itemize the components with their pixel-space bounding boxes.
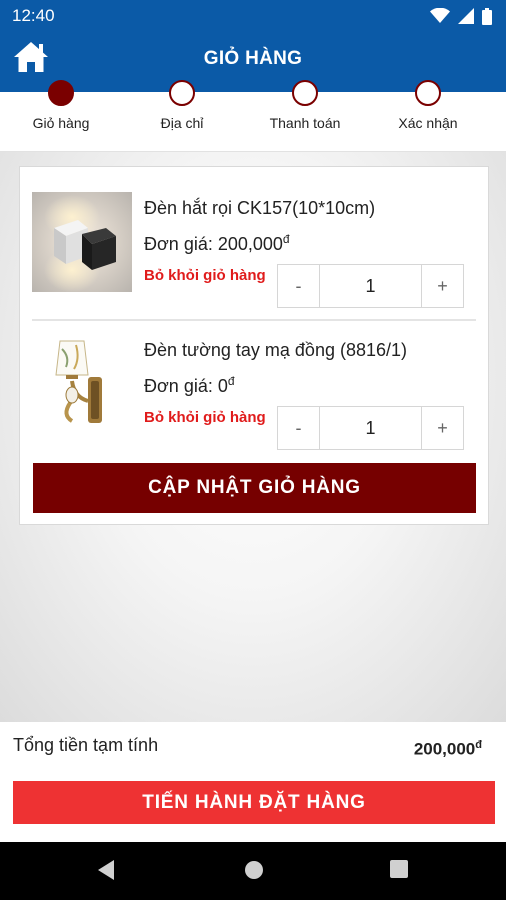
quantity-input[interactable] <box>320 265 421 307</box>
system-icons <box>430 7 492 25</box>
currency-symbol: đ <box>475 739 482 751</box>
cart-card: Đèn hắt rọi CK157(10*10cm) Đơn giá: 200,… <box>19 166 489 525</box>
cart-item: Đèn hắt rọi CK157(10*10cm) Đơn giá: 200,… <box>20 167 488 308</box>
step-label: Xác nhận <box>398 115 458 131</box>
subtotal-value: 200,000đ <box>414 739 482 760</box>
step-dot <box>292 80 318 106</box>
system-nav-bar <box>0 842 506 900</box>
product-image <box>32 333 132 433</box>
content-area: Đèn hắt rọi CK157(10*10cm) Đơn giá: 200,… <box>0 152 506 722</box>
increase-quantity-button[interactable]: + <box>421 265 463 307</box>
step-payment[interactable]: Thanh toán <box>245 80 365 131</box>
checkout-button[interactable]: TIẾN HÀNH ĐẶT HÀNG <box>13 781 495 824</box>
unit-price: Đơn giá: 0đ <box>144 374 235 397</box>
update-cart-button[interactable]: CẬP NHẬT GIỎ HÀNG <box>33 463 476 513</box>
step-cart[interactable]: Giỏ hàng <box>1 80 121 131</box>
quantity-stepper: - + <box>277 406 464 450</box>
step-label: Thanh toán <box>269 115 341 131</box>
page-title: GIỎ HÀNG <box>203 48 303 69</box>
remove-from-cart-link[interactable]: Bỏ khỏi giỏ hàng <box>144 409 266 426</box>
product-image <box>32 192 132 292</box>
quantity-stepper: - + <box>277 264 464 308</box>
unit-price: Đơn giá: 200,000đ <box>144 232 290 255</box>
order-footer: Tổng tiền tạm tính 200,000đ TIẾN HÀNH ĐẶ… <box>0 722 506 842</box>
price-value: 0 <box>217 376 228 396</box>
decrease-quantity-button[interactable]: - <box>278 265 320 307</box>
wifi-icon <box>430 8 450 23</box>
price-value: 200,000 <box>217 234 283 254</box>
price-label: Đơn giá: <box>144 376 218 396</box>
status-bar: 12:40 <box>0 0 506 32</box>
cart-item: Đèn tường tay mạ đồng (8816/1) Đơn giá: … <box>20 309 488 450</box>
currency-symbol: đ <box>282 232 290 246</box>
checkout-steps: Giỏ hàng Địa chỉ Thanh toán Xác nhận <box>0 80 506 152</box>
step-label: Địa chỉ <box>160 115 204 131</box>
quantity-input[interactable] <box>320 407 421 449</box>
recents-icon[interactable] <box>389 859 409 879</box>
step-address[interactable]: Địa chỉ <box>122 80 242 131</box>
product-name[interactable]: Đèn tường tay mạ đồng (8816/1) <box>144 340 407 361</box>
status-time: 12:40 <box>12 6 55 25</box>
battery-icon <box>482 7 492 25</box>
step-dot <box>415 80 441 106</box>
increase-quantity-button[interactable]: + <box>421 407 463 449</box>
step-confirm[interactable]: Xác nhận <box>368 80 488 131</box>
product-name[interactable]: Đèn hắt rọi CK157(10*10cm) <box>144 198 375 219</box>
currency-symbol: đ <box>227 374 235 388</box>
signal-icon <box>458 8 474 24</box>
decrease-quantity-button[interactable]: - <box>278 407 320 449</box>
price-label: Đơn giá: <box>144 234 218 254</box>
back-icon[interactable] <box>96 859 116 881</box>
remove-from-cart-link[interactable]: Bỏ khỏi giỏ hàng <box>144 267 266 284</box>
home-circle-icon[interactable] <box>243 859 265 881</box>
step-label: Giỏ hàng <box>32 115 90 131</box>
step-dot <box>169 80 195 106</box>
subtotal-label: Tổng tiền tạm tính <box>13 735 159 755</box>
subtotal-amount: 200,000 <box>413 739 476 759</box>
step-dot <box>48 80 74 106</box>
